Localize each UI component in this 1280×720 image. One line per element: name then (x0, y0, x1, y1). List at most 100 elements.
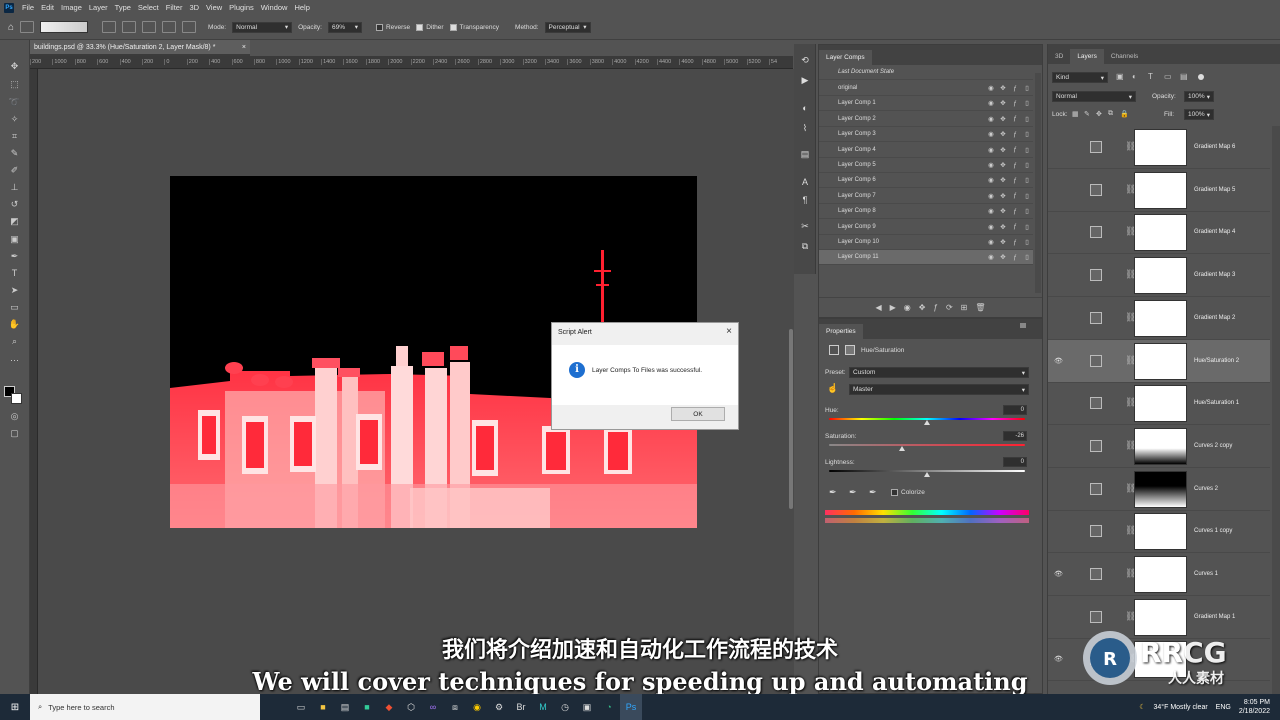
visibility-icon[interactable]: ◉ (985, 238, 997, 246)
ok-button[interactable]: OK (671, 407, 725, 421)
lock-transparent-icon[interactable]: ▦ (1072, 110, 1079, 118)
fx-icon[interactable]: ƒ (1009, 162, 1021, 169)
layer-comp-last-state[interactable]: Last Document State (819, 65, 1033, 80)
layer-mask-thumbnail[interactable] (1134, 470, 1187, 508)
transparency-checkbox[interactable]: Transparency (449, 23, 499, 31)
edit-toolbar-icon[interactable]: ⋯ (8, 354, 21, 366)
filter-shape-icon[interactable]: ▭ (1164, 72, 1172, 81)
home-icon[interactable]: ⌂ (8, 22, 14, 33)
unity-icon[interactable]: ⬡ (400, 694, 422, 720)
quick-mask-icon[interactable]: ◎ (8, 410, 21, 422)
trash-icon[interactable]: 🗑 (975, 303, 985, 312)
lightness-slider-thumb[interactable] (924, 472, 930, 477)
excel-icon[interactable]: ■ (356, 694, 378, 720)
comp-doc-icon[interactable]: ▯ (1021, 115, 1033, 123)
layers-scrollbar[interactable] (1272, 126, 1280, 694)
layer-row[interactable]: ⛓ Gradient Map 4 (1048, 211, 1270, 255)
fx-icon[interactable]: ƒ (1009, 192, 1021, 199)
visibility-icon[interactable]: ◉ (985, 84, 997, 92)
tab-3d[interactable]: 3D (1048, 49, 1070, 64)
layer-mask-thumbnail[interactable] (1134, 385, 1187, 423)
filter-pixel-icon[interactable]: ▣ (1116, 72, 1124, 81)
comp-doc-icon[interactable]: ▯ (1021, 192, 1033, 200)
layer-opacity-field[interactable]: 100% ▾ (1184, 91, 1214, 102)
hand-tool-icon[interactable]: ✋ (8, 318, 21, 330)
eye-icon[interactable]: 👁 (1054, 570, 1064, 578)
eye-icon[interactable]: 👁 (1054, 357, 1064, 365)
position-icon[interactable]: ✥ (997, 115, 1009, 123)
close-icon[interactable]: × (726, 326, 732, 337)
layer-comps-scrollbar[interactable] (1035, 73, 1041, 293)
comp-doc-icon[interactable]: ▯ (1021, 207, 1033, 215)
new-comp-icon[interactable]: ⊞ (961, 303, 968, 312)
visibility-icon[interactable]: ◉ (985, 161, 997, 169)
filter-toggle-icon[interactable] (1198, 74, 1204, 80)
rectangle-tool-icon[interactable]: ▭ (8, 301, 21, 313)
layer-row[interactable]: ⛓ Gradient Map 3 (1048, 254, 1270, 298)
tool-presets-icon[interactable]: ✂ (798, 220, 812, 232)
history-brush-tool-icon[interactable]: ↺ (8, 198, 21, 210)
comp-doc-icon[interactable]: ▯ (1021, 130, 1033, 138)
previous-comp-icon[interactable]: ◀ (875, 303, 881, 312)
kind-filter-select[interactable]: Kind ▾ (1052, 72, 1108, 83)
weather-text[interactable]: 34°F Mostly clear (1154, 704, 1208, 711)
menu-image[interactable]: Image (61, 3, 82, 12)
position-icon[interactable]: ✥ (997, 207, 1009, 215)
tab-layer-comps[interactable]: Layer Comps (819, 50, 872, 65)
history-panel-icon[interactable]: ⟲ (798, 54, 812, 66)
visibility-icon[interactable]: ◉ (985, 176, 997, 184)
fx-icon[interactable]: ƒ (1009, 131, 1021, 138)
preset-select[interactable]: Custom ▾ (849, 367, 1029, 378)
fx-icon[interactable]: ƒ (1009, 208, 1021, 215)
layer-row[interactable]: 👁 ⛓ Hue/Saturation 2 (1048, 339, 1270, 383)
dither-checkbox[interactable]: Dither (416, 23, 444, 31)
settings-icon[interactable]: ⚙ (488, 694, 510, 720)
lock-all-icon[interactable]: 🔒 (1120, 110, 1129, 118)
crop-tool-icon[interactable]: ⌗ (8, 130, 21, 142)
document-tab[interactable]: buildings.psd @ 33.3% (Hue/Saturation 2,… (30, 40, 250, 56)
menu-view[interactable]: View (206, 3, 222, 12)
magic-wand-tool-icon[interactable]: ✧ (8, 113, 21, 125)
layer-comp-row[interactable]: Layer Comp 3 ◉ ✥ ƒ ▯ (819, 127, 1033, 143)
layer-row[interactable]: ⛓ Hue/Saturation 1 (1048, 382, 1270, 426)
notepad-icon[interactable]: ▤ (334, 694, 356, 720)
fx-icon[interactable]: ƒ (1009, 115, 1021, 122)
scroll-thumb[interactable] (789, 329, 793, 509)
lasso-tool-icon[interactable]: ➰ (8, 96, 21, 108)
visual-studio-icon[interactable]: ∞ (422, 694, 444, 720)
saturation-slider-thumb[interactable] (899, 446, 905, 451)
gradient-tool-icon[interactable]: ▣ (8, 233, 21, 245)
tab-channels[interactable]: Channels (1104, 49, 1145, 64)
git-icon[interactable]: ◆ (378, 694, 400, 720)
fx-icon[interactable]: ƒ (1009, 239, 1021, 246)
comp-doc-icon[interactable]: ▯ (1021, 223, 1033, 231)
layer-mask-thumbnail[interactable] (1134, 299, 1187, 337)
position-icon[interactable]: ✥ (997, 130, 1009, 138)
layer-comp-row[interactable]: Layer Comp 5 ◉ ✥ ƒ ▯ (819, 158, 1033, 173)
blend-mode-select[interactable]: Normal ▾ (1052, 91, 1136, 102)
menu-help[interactable]: Help (294, 3, 309, 12)
reflected-gradient-icon[interactable] (162, 21, 177, 33)
visibility-icon[interactable]: ◉ (985, 207, 997, 215)
position-icon[interactable]: ✥ (997, 192, 1009, 200)
actions-panel-icon[interactable]: ▶ (798, 74, 812, 86)
fx-icon[interactable]: ƒ (1009, 100, 1021, 107)
app-icon[interactable]: ⧈ (444, 694, 466, 720)
zoom-tool-icon[interactable]: ⌕ (8, 335, 21, 347)
close-icon[interactable]: × (242, 44, 246, 51)
menu-edit[interactable]: Edit (41, 3, 54, 12)
method-select[interactable]: Perceptual ▾ (544, 21, 591, 33)
layer-mask-thumbnail[interactable] (1134, 171, 1187, 209)
layer-comp-row[interactable]: Layer Comp 11 ◉ ✥ ƒ ▯ (819, 250, 1033, 266)
position-icon[interactable]: ✥ (997, 176, 1009, 184)
comp-doc-icon[interactable]: ▯ (1021, 238, 1033, 246)
visibility-icon[interactable]: ◉ (985, 192, 997, 200)
fx-icon[interactable]: ƒ (1009, 146, 1021, 153)
visibility-icon[interactable]: ◉ (985, 253, 997, 261)
layer-comp-row[interactable]: Layer Comp 9 ◉ ✥ ƒ ▯ (819, 220, 1033, 235)
comp-doc-icon[interactable]: ▯ (1021, 253, 1033, 261)
position-icon[interactable]: ✥ (997, 253, 1009, 261)
filter-adjustment-icon[interactable]: ◐ (1132, 72, 1137, 81)
position-icon[interactable]: ✥ (997, 84, 1009, 92)
layer-comp-row[interactable]: original ◉ ✥ ƒ ▯ (819, 81, 1033, 96)
